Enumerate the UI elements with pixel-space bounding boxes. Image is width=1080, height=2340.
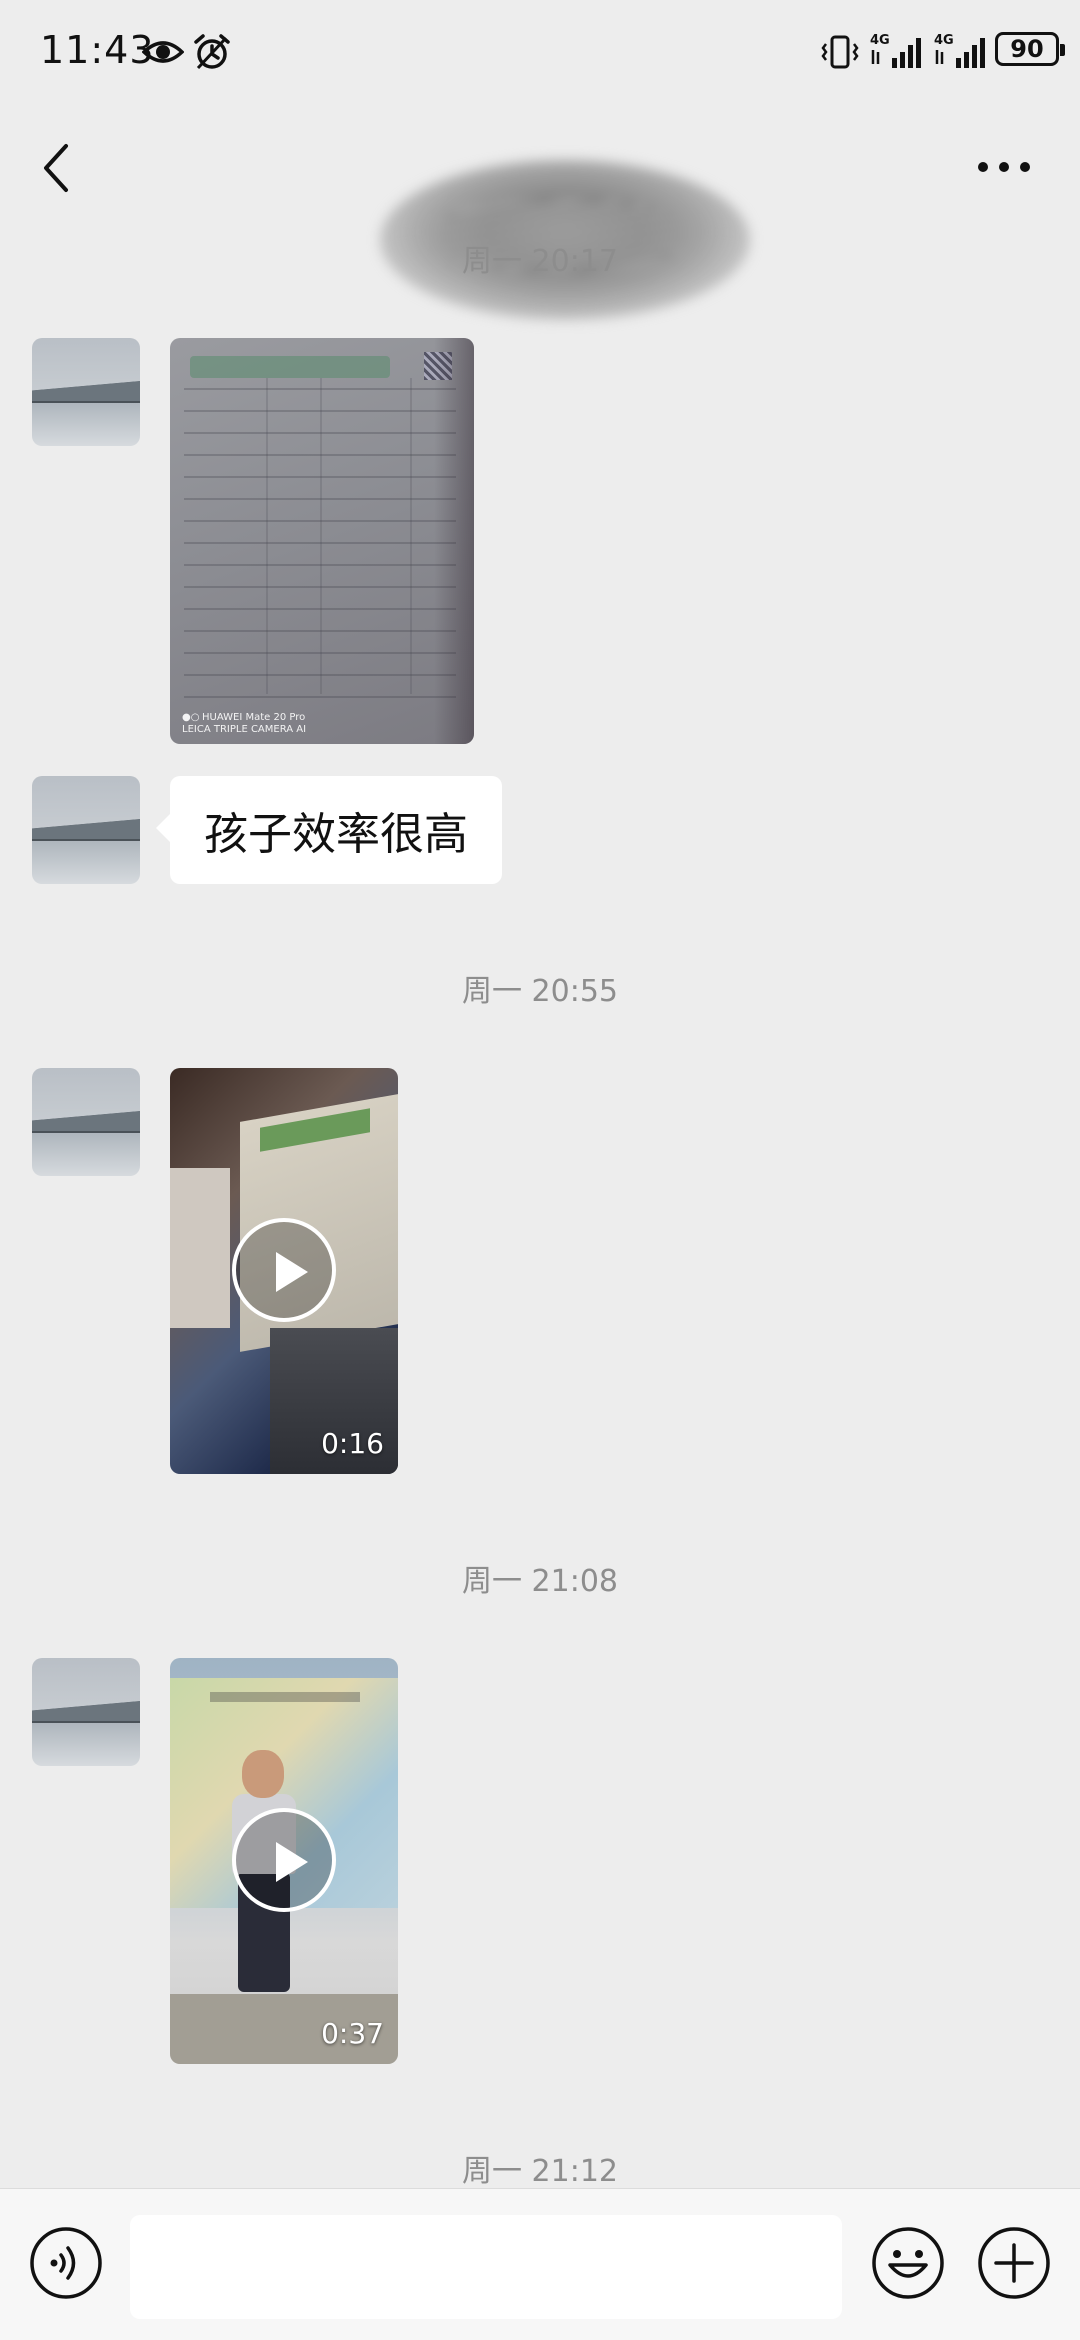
message-input[interactable] xyxy=(130,2215,842,2319)
avatar[interactable] xyxy=(32,776,140,884)
message-text: 孩子效率很高 xyxy=(204,809,468,860)
ellipsis-icon[interactable] xyxy=(976,160,1032,174)
chevron-left-icon[interactable] xyxy=(36,140,76,196)
watermark-line-1: HUAWEI Mate 20 Pro xyxy=(202,712,306,723)
video-duration: 0:37 xyxy=(321,2017,384,2050)
signal-4g-icon-1: 4G xyxy=(870,33,921,68)
chat-header xyxy=(0,100,1080,320)
status-time: 11:43 xyxy=(40,28,155,72)
eye-icon xyxy=(142,41,184,63)
avatar[interactable] xyxy=(32,338,140,446)
video-message[interactable]: 0:37 xyxy=(170,1658,398,2064)
status-bar: 11:43 4G 4G 90 xyxy=(0,0,1080,100)
play-icon[interactable] xyxy=(232,1218,336,1322)
message-timestamp: 周一 21:12 xyxy=(462,2154,618,2189)
message-timestamp: 周一 20:17 xyxy=(462,244,618,279)
voice-icon[interactable] xyxy=(28,2225,104,2301)
battery-icon: 90 xyxy=(995,32,1065,66)
chat-screen: 11:43 4G 4G 90 周一 20:17 ●○ HUAWEI Mate 2… xyxy=(0,0,1080,2340)
smiley-icon[interactable] xyxy=(870,2225,946,2301)
avatar[interactable] xyxy=(32,1658,140,1766)
vibrate-icon xyxy=(821,35,859,69)
text-message-bubble[interactable]: 孩子效率很高 xyxy=(156,776,502,884)
play-icon[interactable] xyxy=(232,1808,336,1912)
message-timestamp: 周一 20:55 xyxy=(462,974,618,1009)
network-label-2: 4G xyxy=(934,33,954,48)
network-label-1: 4G xyxy=(870,33,890,48)
watermark-line-2: LEICA TRIPLE CAMERA AI xyxy=(182,724,307,735)
video-message[interactable]: 0:16 xyxy=(170,1068,398,1474)
battery-level: 90 xyxy=(1010,35,1044,63)
plus-circle-icon[interactable] xyxy=(976,2225,1052,2301)
avatar[interactable] xyxy=(32,1068,140,1176)
message-timestamp: 周一 21:08 xyxy=(462,1564,618,1599)
video-duration: 0:16 xyxy=(321,1427,384,1460)
alarm-icon xyxy=(194,34,230,70)
photo-watermark: ●○ HUAWEI Mate 20 Pro LEICA TRIPLE CAMERA… xyxy=(182,712,307,735)
image-message[interactable]: ●○ HUAWEI Mate 20 Pro LEICA TRIPLE CAMERA… xyxy=(170,338,474,744)
input-bar xyxy=(0,2188,1080,2340)
signal-4g-icon-2: 4G xyxy=(934,33,985,68)
